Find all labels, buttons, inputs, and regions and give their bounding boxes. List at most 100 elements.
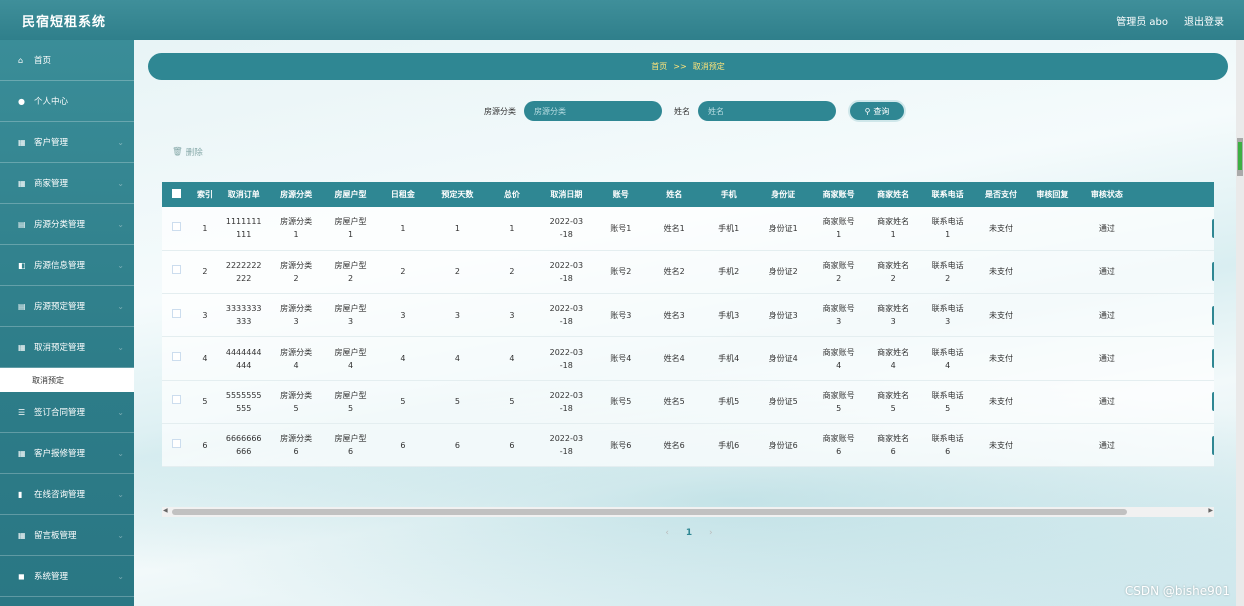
row-checkbox[interactable]	[172, 308, 182, 318]
sidebar-item-8[interactable]: ☰ 签订合同管理 ⌄	[0, 392, 134, 433]
table-cell: 3	[378, 294, 428, 337]
table-cell: 商家账号 5	[811, 380, 865, 423]
table-cell: 房源分类 5	[269, 380, 323, 423]
table-cell	[162, 423, 191, 466]
sidebar-item-1[interactable]: ● 个人中心	[0, 81, 134, 122]
cell-idcard: 身份证1	[768, 223, 798, 233]
cell-total: 1	[509, 223, 515, 233]
name-search-input[interactable]	[698, 101, 836, 121]
sidebar-item-6[interactable]: ▤ 房源预定管理 ⌄	[0, 286, 134, 327]
row-checkbox[interactable]	[172, 221, 182, 231]
scroll-left-icon[interactable]: ◀	[163, 507, 168, 514]
row-checkbox[interactable]	[172, 438, 182, 448]
table-row[interactable]: 1 1111111 111 房源分类 1 房屋户型 1 1 1 1 2022-03 -18 账号1 姓名1…	[162, 207, 1214, 251]
pagination: ‹ 1 ›	[134, 528, 1244, 538]
table-cell	[1027, 380, 1077, 423]
table-cell: 3333333 333	[219, 294, 269, 337]
cell-line: 5	[836, 403, 842, 413]
table-cell: 详情	[1136, 207, 1214, 250]
table-cell: 2022-03 -18	[537, 423, 596, 466]
cell-line: -18	[559, 273, 573, 283]
sidebar-item-4[interactable]: ▤ 房源分类管理 ⌄	[0, 204, 134, 245]
cell-line: 房源分类	[280, 434, 313, 444]
grid-icon: ▦	[18, 137, 26, 147]
table-row[interactable]: 4 4444444 444 房源分类 4 房屋户型 4 4 4 4 2022-03 -18 账号4 姓名4…	[162, 336, 1214, 381]
trash-icon: 🗑	[172, 147, 183, 157]
detail-button[interactable]: 详情	[1212, 349, 1214, 369]
table-cell: 商家账号 3	[811, 294, 865, 337]
cell-line: 联系电话	[931, 304, 964, 314]
row-checkbox[interactable]	[172, 395, 182, 405]
cell-line: 1	[890, 230, 896, 240]
cell-line: 房屋户型	[334, 217, 367, 227]
prev-page-button[interactable]: ‹	[665, 528, 669, 538]
row-checkbox[interactable]	[172, 352, 182, 362]
user-label[interactable]: 管理员 abo	[1116, 13, 1168, 28]
sidebar-item-label: 在线咨询管理	[34, 490, 86, 500]
table-row[interactable]: 6 6666666 666 房源分类 6 房屋户型 6 6 6 6 2022-03 -18 账号6 姓名6…	[162, 423, 1214, 467]
cell-line: 5	[348, 403, 354, 413]
next-page-button[interactable]: ›	[709, 528, 713, 538]
table-cell: 姓名4	[646, 337, 703, 380]
cell-line: 666	[236, 447, 252, 457]
logout-link[interactable]: 退出登录	[1184, 13, 1224, 28]
table-row[interactable]: 2 2222222 222 房源分类 2 房屋户型 2 2 2 2 2022-03 -18 账号2 姓名2…	[162, 250, 1214, 294]
home-icon: ⌂	[18, 55, 24, 65]
detail-button[interactable]: 详情	[1212, 262, 1214, 282]
row-checkbox[interactable]	[172, 265, 182, 275]
table-cell: 账号6	[596, 423, 646, 466]
cell-index: 1	[202, 223, 208, 233]
page-number[interactable]: 1	[686, 528, 692, 538]
table-cell: 通过	[1078, 250, 1137, 293]
breadcrumb-home[interactable]: 首页	[651, 61, 667, 72]
column-header: 商家账号	[822, 190, 855, 199]
cell-line: 商家账号	[822, 217, 855, 227]
sidebar-item-0[interactable]: ⌂ 首页	[0, 40, 134, 81]
table-row[interactable]: 3 3333333 333 房源分类 3 房屋户型 3 3 3 3 2022-03 -18 账号3 姓名3…	[162, 293, 1214, 337]
table-row[interactable]: 5 5555555 555 房源分类 5 房屋户型 5 5 5 5 2022-03 -18 账号5 姓名5…	[162, 380, 1214, 424]
sidebar-item-7[interactable]: ▦ 取消预定管理 ⌄	[0, 327, 134, 368]
table-cell: 5	[191, 380, 218, 423]
column-header: 总价	[503, 190, 520, 199]
sidebar-item-12[interactable]: ◼ 系统管理 ⌄	[0, 556, 134, 597]
breadcrumb-separator: >>	[673, 62, 687, 71]
column-header: 预定天数	[441, 190, 474, 199]
cell-idcard: 身份证5	[768, 397, 798, 407]
table-cell: 5	[378, 380, 428, 423]
detail-button[interactable]: 详情	[1212, 435, 1214, 455]
table-cell: 房源分类 6	[269, 423, 323, 466]
sidebar-item-3[interactable]: ▦ 商家管理 ⌄	[0, 163, 134, 204]
sidebar-item-9[interactable]: ▦ 客户报修管理 ⌄	[0, 433, 134, 474]
cell-line: 444	[236, 360, 252, 370]
table-cell: 身份证4	[755, 337, 812, 380]
submenu-item-cancel-booking[interactable]: 取消预定	[0, 368, 134, 392]
search-button[interactable]: ⚲ 查询	[848, 100, 906, 122]
sidebar-item-label: 房源信息管理	[34, 261, 86, 271]
sidebar-item-label: 签订合同管理	[34, 408, 86, 418]
sidebar-item-2[interactable]: ▦ 客户管理 ⌄	[0, 122, 134, 163]
detail-button[interactable]: 详情	[1212, 392, 1214, 412]
cell-rent: 4	[400, 354, 406, 364]
scroll-right-icon[interactable]: ▶	[1208, 507, 1213, 514]
sidebar-item-10[interactable]: ▮ 在线咨询管理 ⌄	[0, 474, 134, 515]
detail-button[interactable]: 详情	[1212, 218, 1214, 238]
category-search-input[interactable]	[524, 101, 662, 121]
cell-line: 6	[293, 447, 299, 457]
page-vertical-scrollbar[interactable]	[1236, 40, 1244, 606]
table-cell: 账号1	[596, 207, 646, 250]
delete-button[interactable]: 🗑 删除	[172, 146, 203, 158]
select-all-checkbox[interactable]	[172, 189, 182, 198]
cell-line: 联系电话	[931, 260, 964, 270]
cell-line: 5	[945, 403, 951, 413]
table-cell: 1111111 111	[219, 207, 269, 250]
horizontal-scrollbar[interactable]: ◀ ▶	[162, 507, 1214, 517]
table-cell: 商家账号 6	[811, 423, 865, 466]
sidebar-item-5[interactable]: ◧ 房源信息管理 ⌄	[0, 245, 134, 286]
cell-line: 3	[945, 317, 951, 327]
sidebar-item-11[interactable]: ▦ 留言板管理 ⌄	[0, 515, 134, 556]
scroll-thumb[interactable]	[172, 509, 1127, 515]
detail-button[interactable]: 详情	[1212, 305, 1214, 325]
table-cell: 2	[428, 250, 487, 293]
table-cell: 商家姓名 2	[866, 250, 920, 293]
cell-line: 1	[836, 230, 842, 240]
